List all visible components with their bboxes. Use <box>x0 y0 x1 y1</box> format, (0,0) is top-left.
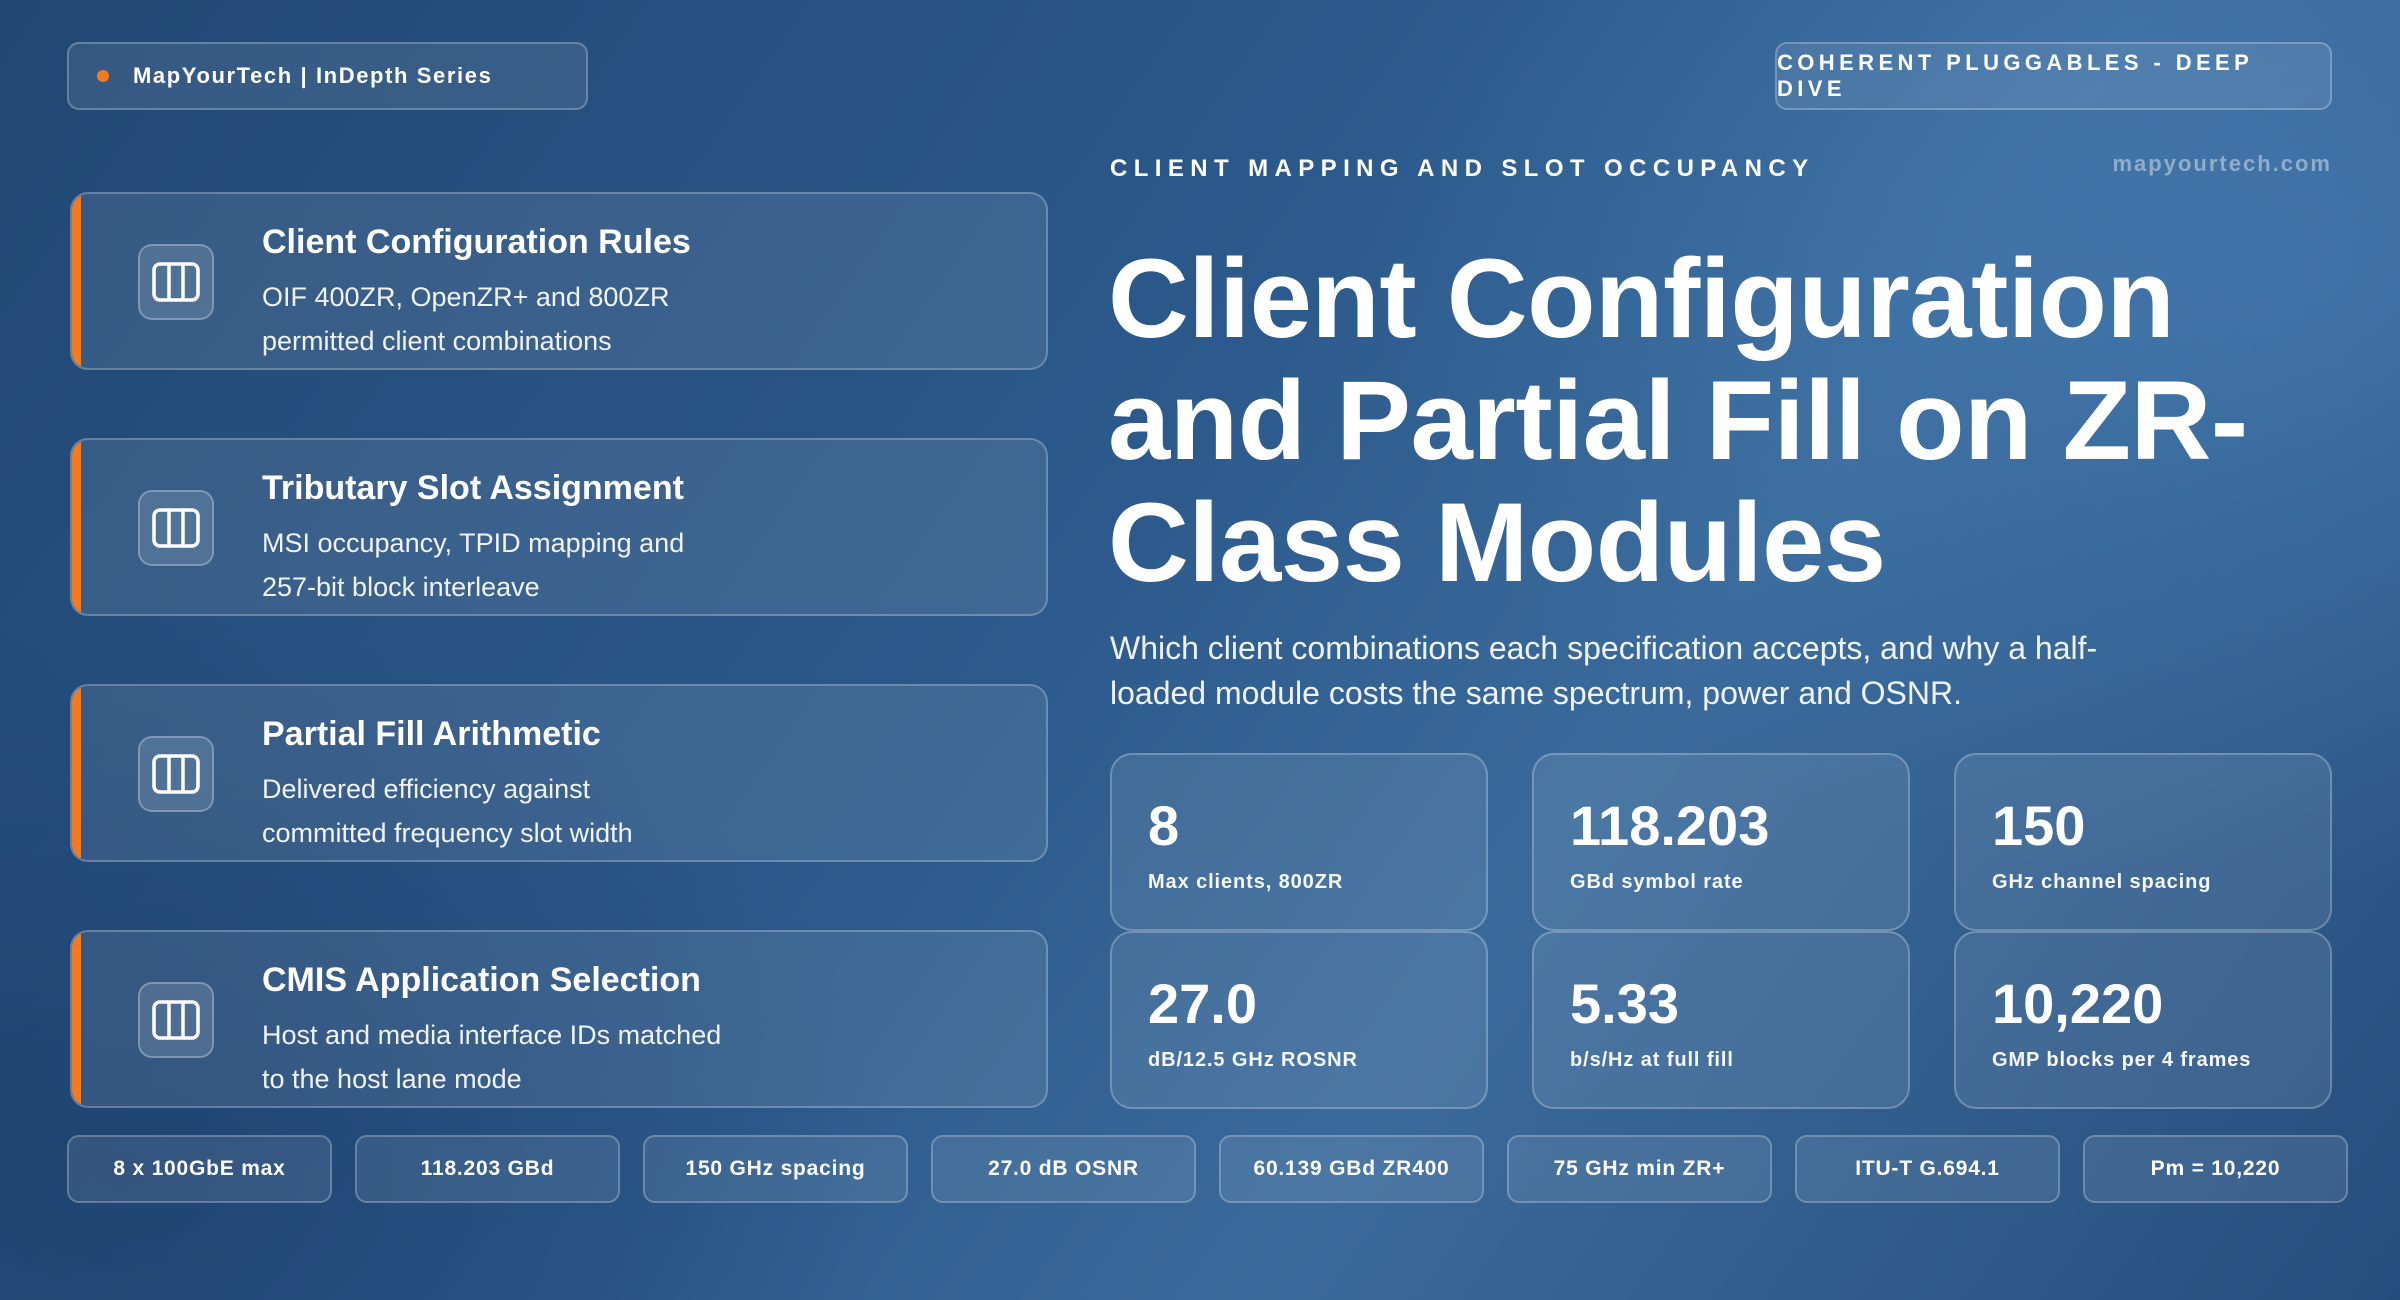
website-label: mapyourtech.com <box>2112 151 2332 176</box>
chip-zr400-rate: 60.139 GBd ZR400 <box>1219 1135 1484 1203</box>
stat-card-channel-spacing: 150 GHz channel spacing <box>1954 753 2332 931</box>
stat-label: b/s/Hz at full fill <box>1570 1049 1734 1071</box>
columns-icon <box>138 982 214 1058</box>
chip-zr-plus-min: 75 GHz min ZR+ <box>1507 1135 1772 1203</box>
brand-name: MapYourTech | InDepth Series <box>133 63 493 88</box>
topic-card-tributary-slot: Tributary Slot Assignment MSI occupancy,… <box>70 438 1048 616</box>
page-title: Client Configuration and Partial Fill on… <box>1108 236 2248 605</box>
topic-title: Tributary Slot Assignment <box>262 469 684 507</box>
chip-osnr: 27.0 dB OSNR <box>931 1135 1196 1203</box>
chip-spacing: 150 GHz spacing <box>643 1135 908 1203</box>
topic-title: Partial Fill Arithmetic <box>262 715 601 753</box>
stat-label: dB/12.5 GHz ROSNR <box>1148 1049 1358 1071</box>
columns-icon <box>138 490 214 566</box>
topic-description: Host and media interface IDs matched to … <box>262 1020 722 1094</box>
stat-label: GHz channel spacing <box>1992 871 2212 893</box>
columns-icon-glyph <box>152 754 200 794</box>
columns-icon <box>138 244 214 320</box>
brand-dot-icon <box>97 70 109 82</box>
stat-card-max-clients: 8 Max clients, 800ZR <box>1110 753 1488 931</box>
stat-label: Max clients, 800ZR <box>1148 871 1344 893</box>
topic-title: Client Configuration Rules <box>262 223 691 261</box>
columns-icon-glyph <box>152 1000 200 1040</box>
topic-card-cmis-application: CMIS Application Selection Host and medi… <box>70 930 1048 1108</box>
stat-card-symbol-rate: 118.203 GBd symbol rate <box>1532 753 1910 931</box>
topic-accent-bar <box>72 686 81 860</box>
topic-description: MSI occupancy, TPID mapping and 257-bit … <box>262 528 685 602</box>
stat-value: 5.33 <box>1570 972 1679 1035</box>
chip-itu-standard: ITU-T G.694.1 <box>1795 1135 2060 1203</box>
columns-icon-glyph <box>152 508 200 548</box>
page-subtitle: Which client combinations each specifica… <box>1110 630 2098 711</box>
series-tag: COHERENT PLUGGABLES - DEEP DIVE <box>1775 42 2332 110</box>
section-eyebrow: CLIENT MAPPING AND SLOT OCCUPANCY <box>1110 155 1815 182</box>
topic-accent-bar <box>72 440 81 614</box>
topic-accent-bar <box>72 932 81 1106</box>
stat-label: GBd symbol rate <box>1570 871 1744 893</box>
chip-pm-value: Pm = 10,220 <box>2083 1135 2348 1203</box>
topic-description: Delivered efficiency against committed f… <box>262 774 633 848</box>
stat-value: 150 <box>1992 794 2086 857</box>
columns-icon <box>138 736 214 812</box>
stat-card-spectral-efficiency: 5.33 b/s/Hz at full fill <box>1532 931 1910 1109</box>
stat-value: 8 <box>1148 794 1180 857</box>
stat-value: 118.203 <box>1570 794 1770 857</box>
topic-card-client-configuration: Client Configuration Rules OIF 400ZR, Op… <box>70 192 1048 370</box>
chip-symbol-rate: 118.203 GBd <box>355 1135 620 1203</box>
topic-card-partial-fill: Partial Fill Arithmetic Delivered effici… <box>70 684 1048 862</box>
topic-description: OIF 400ZR, OpenZR+ and 800ZR permitted c… <box>262 282 670 356</box>
columns-icon-glyph <box>152 262 200 302</box>
stat-label: GMP blocks per 4 frames <box>1992 1049 2252 1071</box>
stat-card-gmp-blocks: 10,220 GMP blocks per 4 frames <box>1954 931 2332 1109</box>
chip-max-clients: 8 x 100GbE max <box>67 1135 332 1203</box>
stat-card-rosnr: 27.0 dB/12.5 GHz ROSNR <box>1110 931 1488 1109</box>
topic-title: CMIS Application Selection <box>262 961 701 999</box>
stat-value: 27.0 <box>1148 972 1257 1035</box>
stat-value: 10,220 <box>1992 972 2164 1035</box>
brand-badge: MapYourTech | InDepth Series <box>67 42 588 110</box>
topic-accent-bar <box>72 194 81 368</box>
